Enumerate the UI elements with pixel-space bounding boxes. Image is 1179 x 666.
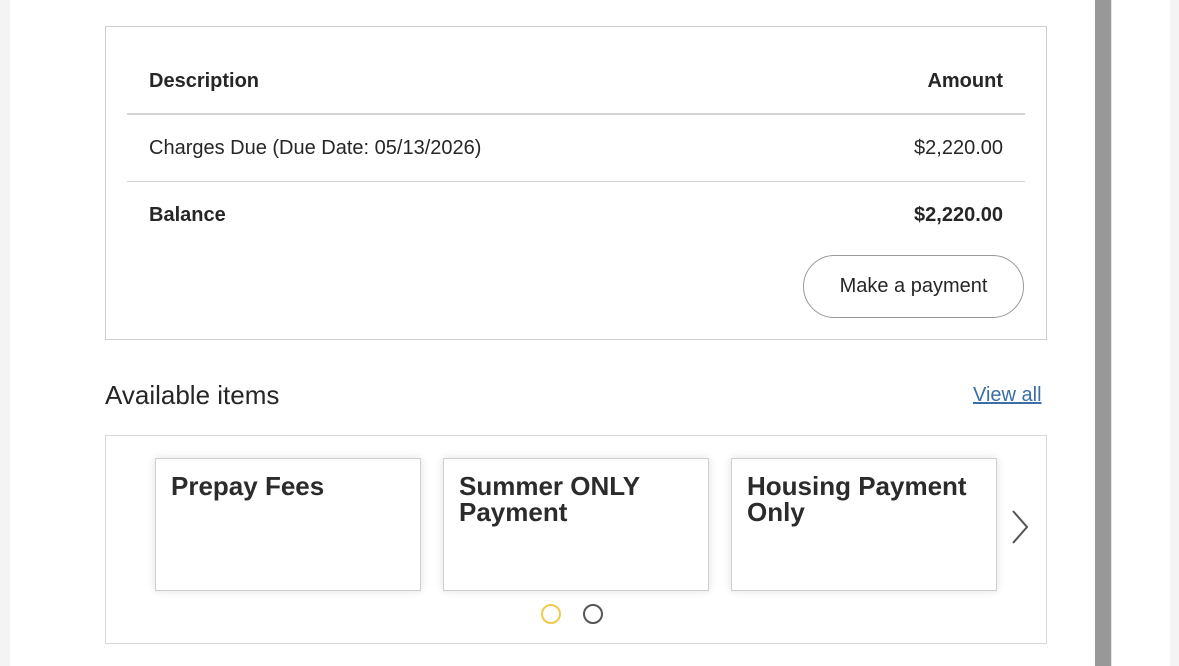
carousel-pagination — [541, 604, 603, 624]
chevron-right-icon[interactable] — [1010, 508, 1030, 546]
balance-label: Balance — [149, 204, 226, 226]
balance-amount: $2,220.00 — [914, 204, 1003, 226]
charges-table: Description Amount Charges Due (Due Date… — [127, 49, 1025, 249]
right-gutter-edge — [1170, 0, 1179, 666]
table-header-row: Description Amount — [127, 49, 1025, 115]
right-gutter — [1111, 0, 1179, 666]
item-tile-title: Prepay Fees — [171, 471, 325, 501]
balance-row: Balance $2,220.00 — [127, 182, 1025, 249]
pagination-dot-2[interactable] — [583, 604, 603, 624]
make-payment-button[interactable]: Make a payment — [803, 255, 1024, 318]
item-tile-title: Summer ONLY Payment — [459, 471, 640, 527]
available-items-title: Available items — [105, 380, 280, 410]
scrollbar[interactable] — [1095, 0, 1111, 666]
pagination-dot-1[interactable] — [541, 604, 561, 624]
amount-column-header: Amount — [927, 69, 1003, 92]
account-summary-card: Description Amount Charges Due (Due Date… — [105, 26, 1047, 340]
item-tile-housing-payment-only[interactable]: Housing Payment Only — [731, 458, 997, 591]
description-column-header: Description — [149, 69, 260, 92]
charge-amount: $2,220.00 — [914, 136, 1003, 159]
item-tile-prepay-fees[interactable]: Prepay Fees — [155, 458, 421, 591]
item-tile-summer-only-payment[interactable]: Summer ONLY Payment — [443, 458, 709, 591]
item-tile-title: Housing Payment Only — [747, 471, 967, 527]
available-items-carousel: Prepay Fees Summer ONLY Payment Housing … — [105, 435, 1047, 644]
table-row: Charges Due (Due Date: 05/13/2026) $2,22… — [127, 115, 1025, 182]
view-all-link[interactable]: View all — [973, 384, 1042, 407]
charge-description: Charges Due (Due Date: 05/13/2026) — [149, 136, 482, 159]
